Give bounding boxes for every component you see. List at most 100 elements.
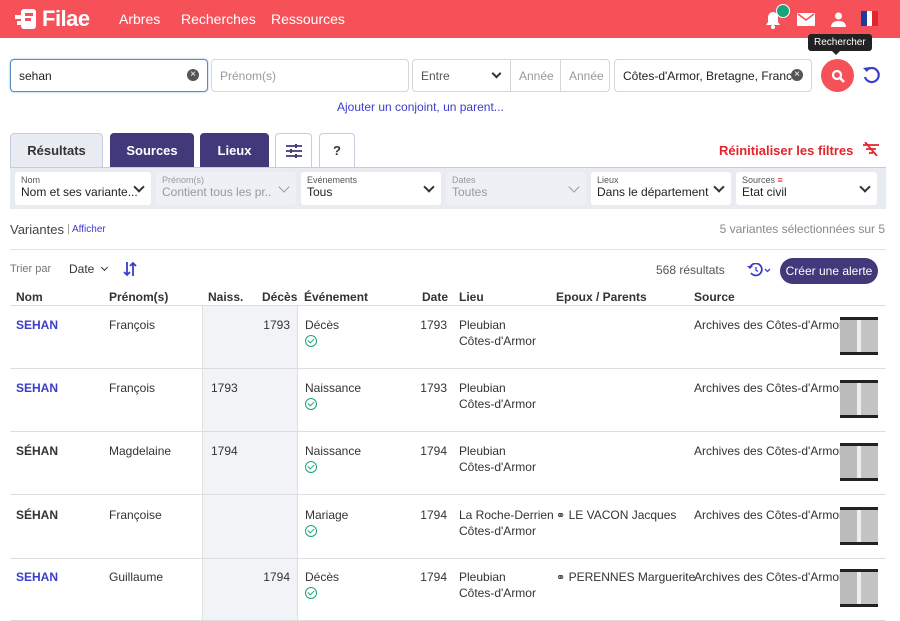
row-deces: 1793 [263,318,290,332]
name-search-input[interactable]: sehan × [10,59,208,92]
nav-arbres[interactable]: Arbres [119,11,160,27]
filter-dates[interactable]: Dates Toutes [446,172,586,205]
row-naiss: 1793 [211,381,238,395]
row-departement-link[interactable]: Côtes-d'Armor [459,397,536,411]
row-divider [10,431,886,432]
row-evenement: Naissance [305,444,362,458]
record-thumbnail[interactable] [840,507,878,545]
col-header-source[interactable]: Source [694,290,735,304]
row-nom: SÉHAN [16,444,59,458]
user-icon[interactable] [831,12,846,27]
firstname-input[interactable]: Prénom(s) [211,59,409,92]
col-header-evenement[interactable]: Événement [304,290,368,304]
row-nom[interactable]: SEHAN [16,318,58,332]
firstname-placeholder: Prénom(s) [220,68,277,83]
search-button[interactable] [821,59,854,92]
record-thumbnail[interactable] [840,317,878,355]
clear-name-icon[interactable]: × [187,69,199,81]
filter-label: Sources [742,175,776,185]
row-departement-link[interactable]: Côtes-d'Armor [459,586,536,600]
row-evenement: Décès [305,318,340,332]
col-header-date[interactable]: Date [422,290,448,304]
logo-text: Filae [42,6,90,31]
filter-sources[interactable]: Sources ≡ Etat civil [736,172,877,205]
row-source: Archives des Côtes-d'Armor [694,318,844,332]
row-epoux-text: PERENNES Marguerite [568,570,696,584]
col-header-naiss[interactable]: Naiss. [208,290,243,304]
history-icon[interactable] [747,263,773,277]
row-prenom: François [109,381,156,395]
rings-icon: ⚭ [556,510,566,522]
record-thumbnail[interactable] [840,380,878,418]
tab-resultats[interactable]: Résultats [10,133,103,167]
tab-help[interactable]: ? [319,133,355,167]
tab-sources[interactable]: Sources [110,133,194,167]
row-divider [10,494,886,495]
filter-prenom[interactable]: Prénom(s) Contient tous les pr... [156,172,296,205]
add-relative-link[interactable]: Ajouter un conjoint, un parent... [337,100,504,114]
row-epoux: ⚭ PERENNES Marguerite [556,570,695,584]
row-evenement: Mariage [305,508,349,522]
col-header-epoux[interactable]: Epoux / Parents [556,290,647,304]
rings-icon: ⚭ [556,572,566,584]
mail-icon[interactable] [797,13,815,26]
filter-nom[interactable]: Nom Nom et ses variante... [15,172,151,205]
filter-evenements[interactable]: Evénements Tous [301,172,441,205]
filter-off-icon[interactable] [862,142,880,156]
row-prenom: François [109,318,156,332]
year-to-input[interactable]: Année [560,59,610,92]
row-nom[interactable]: SEHAN [16,570,58,584]
date-range-select[interactable]: Entre [412,59,511,92]
row-departement-link[interactable]: Côtes-d'Armor [459,524,536,538]
row-source: Archives des Côtes-d'Armor [694,381,844,395]
place-input[interactable]: Côtes-d'Armor, Bretagne, France × [614,59,812,92]
nav-recherches[interactable]: Recherches [181,11,256,27]
chevron-down-icon [100,263,108,272]
col-header-nom[interactable]: Nom [16,290,43,304]
search-tooltip: Rechercher [808,34,872,55]
clear-place-icon[interactable]: × [791,69,803,81]
row-prenom: Magdelaine [109,444,172,458]
record-thumbnail[interactable] [840,443,878,481]
separator: | [67,223,70,235]
row-departement-link[interactable]: Côtes-d'Armor [459,460,536,474]
sort-select[interactable]: Date [69,262,108,276]
row-divider [10,558,886,559]
year-from-input[interactable]: Année [510,59,561,92]
show-variants-link[interactable]: Afficher [72,224,106,235]
row-nom: SÉHAN [16,508,59,522]
reset-filters-link[interactable]: Réinitialiser les filtres [719,143,853,158]
tab-filter-settings[interactable] [275,133,312,167]
create-alert-button[interactable]: Créer une alerte [780,258,878,284]
row-date: 1793 [420,318,447,332]
col-header-prenom[interactable]: Prénom(s) [109,290,168,304]
col-header-lieu[interactable]: Lieu [459,290,484,304]
row-source: Archives des Côtes-d'Armor [694,444,844,458]
sort-direction-icon[interactable] [123,261,137,277]
reset-search-icon[interactable] [862,65,882,85]
filter-label: Dates [452,175,476,185]
row-divider [10,368,886,369]
record-thumbnail[interactable] [840,569,878,607]
filter-lieux[interactable]: Lieux Dans le département [591,172,731,205]
row-date: 1793 [420,381,447,395]
sort-value: Date [69,262,95,276]
tab-lieux[interactable]: Lieux [200,133,269,167]
row-epoux-text: LE VACON Jacques [568,508,677,522]
variants-summary: 5 variantes sélectionnées sur 5 [719,222,885,236]
row-nom[interactable]: SEHAN [16,381,58,395]
filter-label: Evénements [307,175,358,185]
nav-ressources[interactable]: Ressources [271,11,345,27]
col-header-deces[interactable]: Décès [262,290,297,304]
row-date: 1794 [420,508,447,522]
year-from-placeholder: Année [519,68,554,83]
france-flag-icon[interactable] [861,11,879,26]
row-lieu: Pleubian [459,444,506,458]
filter-value: Nom et ses variante... [21,185,138,199]
row-departement-link[interactable]: Côtes-d'Armor [459,334,536,348]
sort-label: Trier par [10,263,52,275]
filter-value: Toutes [452,185,488,199]
row-prenom: Guillaume [109,570,164,584]
filae-logo[interactable]: Filae [14,6,90,32]
table-header-divider [10,305,886,306]
